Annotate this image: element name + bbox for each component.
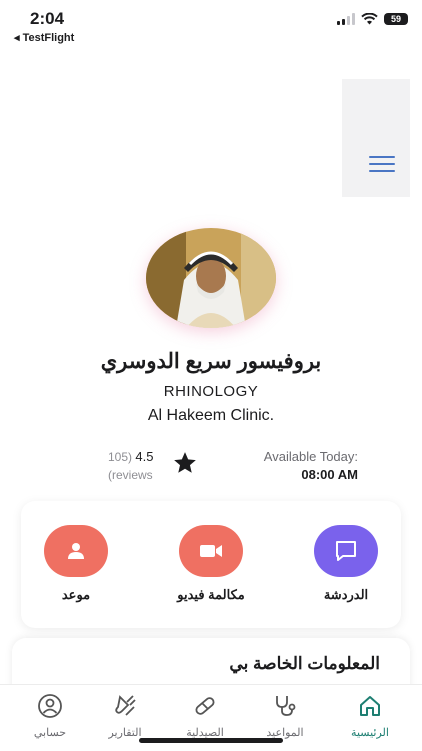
nav-reports[interactable]: التقارير: [85, 693, 165, 739]
available-time: 08:00 AM: [301, 467, 358, 482]
test-tubes-icon: [115, 695, 136, 716]
appointment-button[interactable]: موعد: [26, 525, 126, 603]
pill-icon: [195, 697, 215, 715]
menu-button[interactable]: [342, 79, 410, 197]
star-icon: [174, 452, 196, 473]
doctor-avatar: [146, 228, 276, 328]
video-call-label: مكالمة فيديو: [177, 587, 245, 602]
chat-bubble-icon: [314, 525, 378, 577]
reviews-count: 105): [108, 450, 133, 464]
nav-pharmacy[interactable]: الصيدلية: [165, 693, 245, 739]
availability-block: Available Today: 08:00 AM: [264, 448, 358, 484]
my-info-title: المعلومات الخاصة بي: [229, 654, 380, 673]
home-icon: [360, 696, 380, 716]
stethoscope-icon: [276, 696, 296, 716]
appointment-label: موعد: [61, 587, 91, 602]
available-label: Available Today:: [263, 449, 358, 464]
status-time: 2:04: [30, 9, 65, 28]
actions-card: موعد مكالمة فيديو الدردشة: [21, 501, 401, 628]
person-icon: [44, 525, 108, 577]
nav-home[interactable]: الرئيسية: [330, 693, 410, 739]
status-bar: 2:04 ◂ TestFlight 59: [0, 0, 422, 48]
home-indicator: [139, 738, 283, 743]
battery-icon: 59: [384, 13, 408, 25]
nav-account-label: حسابي: [33, 727, 67, 739]
doctor-name: بروفيسور سريع الدوسري: [100, 350, 322, 373]
rating-value: 4.5: [135, 449, 154, 464]
back-to-testflight[interactable]: ◂ TestFlight: [14, 31, 74, 44]
signal-icon: [337, 13, 355, 25]
reviews-label: (reviews: [108, 468, 153, 482]
clinic-name: Al Hakeem Clinic.: [147, 407, 275, 424]
hamburger-icon: [369, 156, 395, 177]
nav-account[interactable]: حسابي: [10, 693, 90, 739]
nav-appointments[interactable]: المواعيد: [245, 693, 325, 739]
doctor-specialty: RHINOLOGY: [163, 383, 259, 400]
wifi-icon: [361, 13, 378, 25]
rating-block: 105) 4.5 (reviews: [108, 448, 153, 484]
video-call-button[interactable]: مكالمة فيديو: [161, 525, 261, 603]
chat-label: الدردشة: [323, 587, 369, 602]
account-icon: [38, 694, 62, 718]
nav-home-label: الرئيسية: [351, 727, 389, 739]
video-camera-icon: [179, 525, 243, 577]
status-icons: 59: [337, 13, 408, 25]
chat-button[interactable]: الدردشة: [296, 525, 396, 603]
